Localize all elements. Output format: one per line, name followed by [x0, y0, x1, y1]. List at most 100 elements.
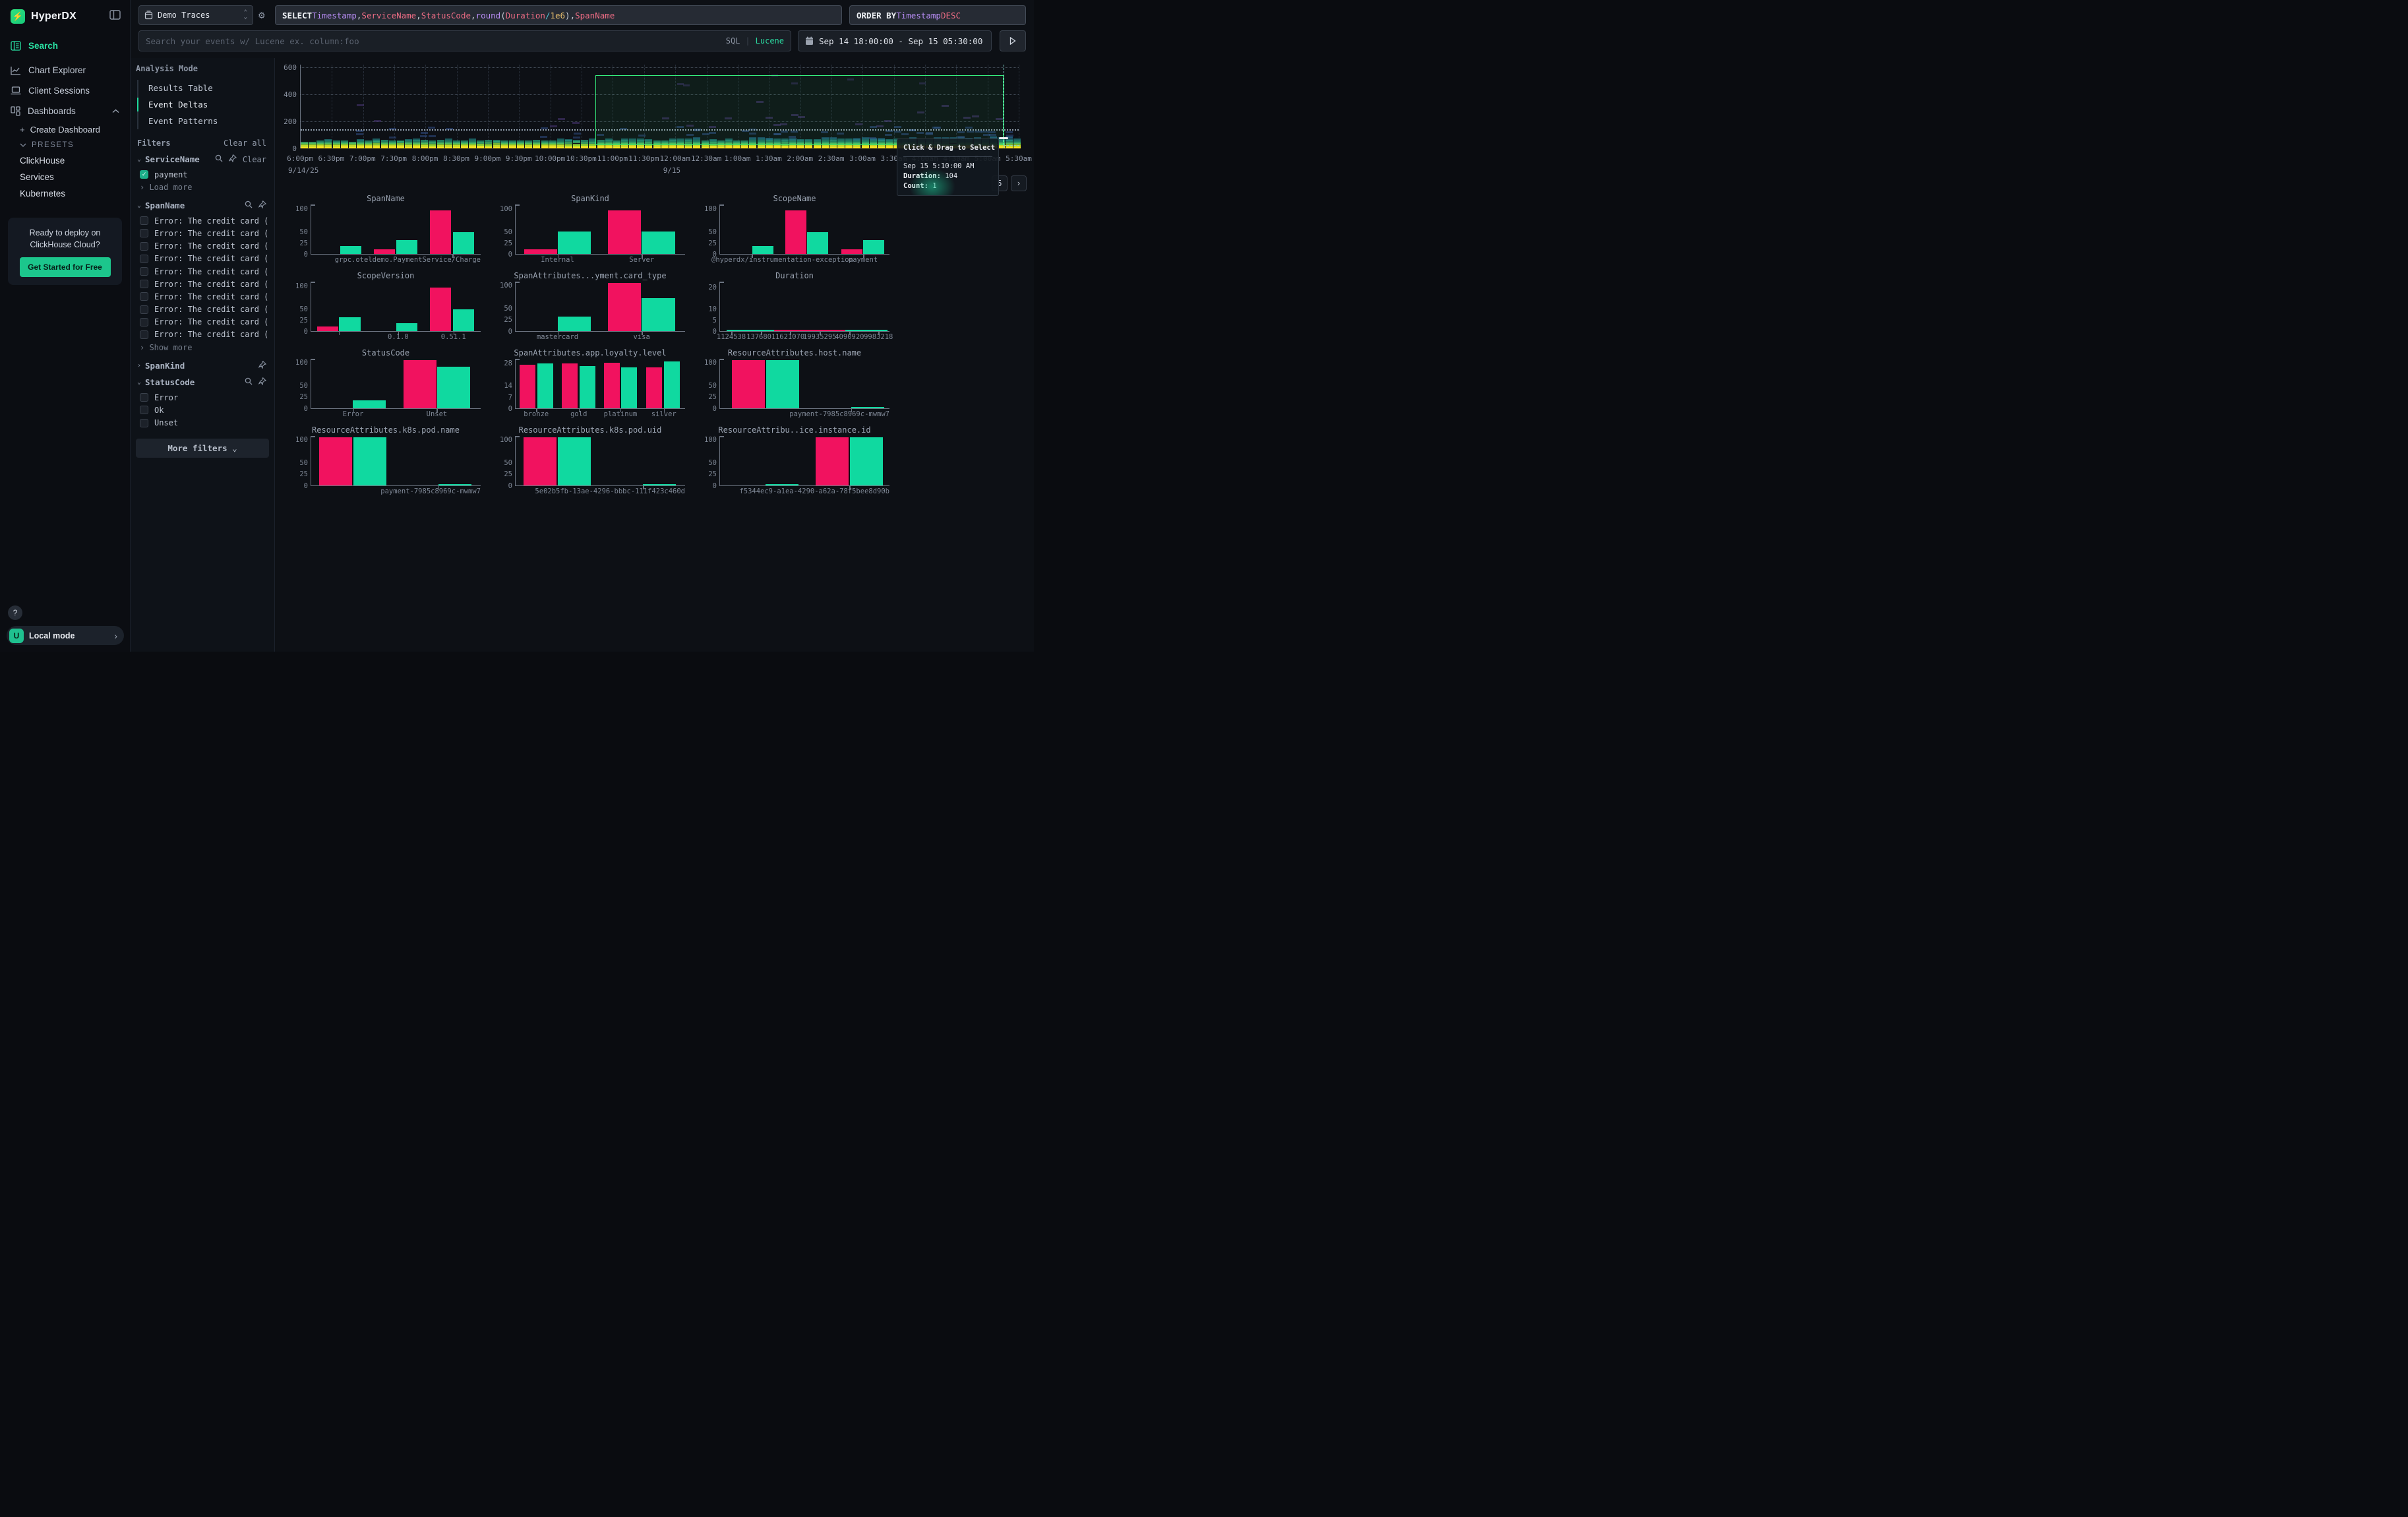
bar[interactable]: [642, 298, 675, 331]
filter-option[interactable]: Error: The credit card (…: [136, 214, 268, 227]
bar[interactable]: [430, 210, 451, 254]
bar[interactable]: [608, 283, 641, 331]
drag-handle[interactable]: [999, 137, 1008, 140]
analysis-mode-option-event-deltas[interactable]: Event Deltas: [138, 96, 268, 113]
bar[interactable]: [774, 330, 845, 331]
bar[interactable]: [558, 317, 591, 331]
sidebar-item-chart-explorer[interactable]: Chart Explorer: [0, 60, 130, 80]
bar[interactable]: [353, 437, 386, 485]
bar[interactable]: [396, 323, 417, 331]
run-query-button[interactable]: [1000, 30, 1026, 51]
heatmap-plot[interactable]: [300, 65, 1019, 148]
filter-option[interactable]: Unset: [136, 416, 268, 429]
bar[interactable]: [374, 249, 395, 254]
bar[interactable]: [520, 365, 535, 408]
bar[interactable]: [621, 367, 637, 408]
bar[interactable]: [524, 249, 557, 254]
sidebar-item-client-sessions[interactable]: Client Sessions: [0, 80, 130, 101]
more-filters-button[interactable]: More filters ⌄: [136, 439, 269, 458]
bar[interactable]: [353, 400, 386, 409]
sql-mode-toggle[interactable]: SQL: [726, 36, 740, 46]
bar[interactable]: [558, 437, 591, 485]
bar[interactable]: [524, 437, 557, 485]
preset-services[interactable]: Services: [0, 169, 130, 185]
filter-group-header-spanname[interactable]: ⌄SpanName: [137, 201, 266, 210]
preset-clickhouse[interactable]: ClickHouse: [0, 152, 130, 169]
sidebar-collapse-icon[interactable]: [109, 10, 121, 23]
order-by-input[interactable]: ORDER BY Timestamp DESC: [849, 5, 1026, 25]
search-icon[interactable]: [245, 377, 253, 387]
get-started-button[interactable]: Get Started for Free: [20, 257, 111, 277]
bar[interactable]: [841, 249, 862, 254]
checkbox[interactable]: [140, 330, 148, 339]
load-more-link[interactable]: › Show more: [136, 341, 268, 354]
filter-option[interactable]: Error: The credit card (…: [136, 227, 268, 239]
filter-group-header-statuscode[interactable]: ⌄StatusCode: [137, 377, 266, 387]
bar[interactable]: [404, 360, 436, 408]
filter-option[interactable]: Error: The credit card (…: [136, 253, 268, 265]
analysis-mode-option-event-patterns[interactable]: Event Patterns: [138, 113, 268, 129]
bar[interactable]: [339, 317, 360, 331]
filter-option[interactable]: Error: The credit card (…: [136, 290, 268, 303]
checkbox[interactable]: [140, 406, 148, 414]
bar[interactable]: [727, 330, 774, 331]
select-query-input[interactable]: SELECT Timestamp, ServiceName, StatusCod…: [275, 5, 842, 25]
local-mode-button[interactable]: U Local mode ›: [7, 626, 124, 645]
help-button[interactable]: ?: [8, 605, 22, 620]
date-range-picker[interactable]: Sep 14 18:00:00 - Sep 15 05:30:00: [798, 30, 992, 51]
bar[interactable]: [604, 363, 620, 408]
checkbox[interactable]: [140, 393, 148, 402]
bar[interactable]: [863, 240, 884, 254]
filter-option[interactable]: Error: The credit card (…: [136, 278, 268, 290]
lucene-mode-toggle[interactable]: Lucene: [756, 36, 784, 46]
filter-option[interactable]: Error: The credit card (…: [136, 316, 268, 328]
pin-icon[interactable]: [258, 361, 266, 371]
bar[interactable]: [850, 437, 883, 485]
pin-icon[interactable]: [258, 201, 266, 210]
source-select[interactable]: Demo Traces ⌃⌄: [138, 5, 253, 25]
analysis-mode-option-results-table[interactable]: Results Table: [138, 80, 268, 96]
preset-kubernetes[interactable]: Kubernetes: [0, 185, 130, 202]
clear-filter-button[interactable]: Clear: [243, 155, 266, 164]
pin-icon[interactable]: [258, 377, 266, 387]
bar[interactable]: [752, 246, 773, 254]
checkbox[interactable]: [140, 216, 148, 225]
bar[interactable]: [766, 484, 798, 485]
bar[interactable]: [319, 437, 352, 485]
selection-rectangle[interactable]: [595, 75, 1004, 144]
bar[interactable]: [732, 360, 765, 408]
bar[interactable]: [558, 232, 591, 254]
checkbox[interactable]: [140, 255, 148, 263]
checkbox[interactable]: [140, 280, 148, 288]
filter-option[interactable]: Ok: [136, 404, 268, 416]
checkbox[interactable]: [140, 267, 148, 276]
bar[interactable]: [562, 363, 578, 408]
sidebar-item-search[interactable]: Search: [0, 36, 130, 56]
search-icon[interactable]: [245, 201, 253, 210]
bar[interactable]: [608, 210, 641, 254]
bar[interactable]: [785, 210, 806, 254]
bar[interactable]: [453, 232, 474, 254]
gear-icon[interactable]: ⚙: [258, 9, 265, 21]
load-more-link[interactable]: › Load more: [136, 181, 268, 194]
filter-group-header-spankind[interactable]: ›SpanKind: [137, 361, 266, 371]
checkbox[interactable]: [140, 229, 148, 237]
create-dashboard-button[interactable]: + Create Dashboard: [0, 121, 130, 138]
bar[interactable]: [340, 246, 361, 254]
bar[interactable]: [317, 326, 338, 331]
filter-option[interactable]: Error: The credit card (…: [136, 303, 268, 316]
search-input[interactable]: Search your events w/ Lucene ex. column:…: [138, 30, 791, 51]
bar[interactable]: [664, 361, 680, 408]
filter-group-header-servicename[interactable]: ⌄ServiceNameClear: [137, 154, 266, 164]
bar[interactable]: [438, 484, 471, 485]
bar[interactable]: [537, 363, 553, 408]
bar[interactable]: [430, 288, 451, 331]
sidebar-item-dashboards[interactable]: Dashboards: [0, 101, 130, 121]
bar[interactable]: [646, 367, 662, 408]
checkbox[interactable]: [140, 305, 148, 314]
checkbox[interactable]: [140, 292, 148, 301]
checkbox[interactable]: [140, 419, 148, 427]
bar[interactable]: [816, 437, 849, 485]
checkbox[interactable]: ✓: [140, 170, 148, 179]
pin-icon[interactable]: [229, 154, 237, 164]
